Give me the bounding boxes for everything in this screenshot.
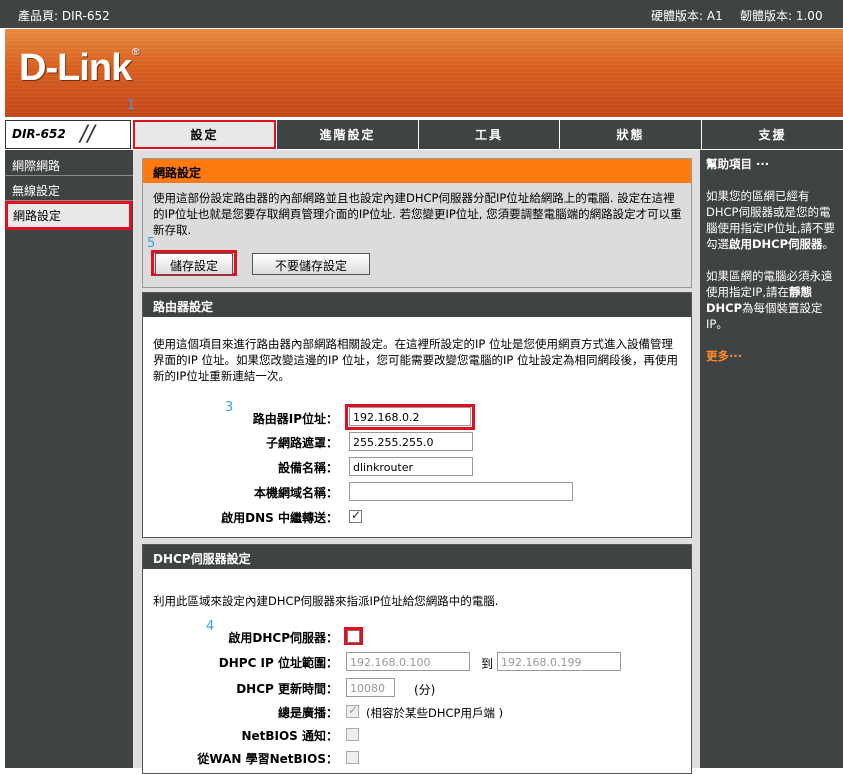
sidebar-item-internet[interactable]: 網際網路 — [5, 152, 133, 176]
save-settings-button[interactable]: 儲存設定 — [155, 253, 233, 275]
help-panel: 幫助項目 ··· 如果您的區網已經有DHCP伺服器或是您的電腦使用指定IP位址,… — [700, 150, 843, 768]
device-name-label: 設備名稱： — [277, 461, 338, 475]
tab-support[interactable]: 支援 — [701, 120, 843, 149]
help-title: 幫助項目 ··· — [706, 157, 770, 171]
firmware-version: 韌體版本: 1.00 — [740, 9, 823, 23]
dhcp-lease-input[interactable]: 10080 — [346, 678, 395, 697]
router-ip-input[interactable]: 192.168.0.2 — [349, 407, 471, 426]
netbios-checkbox[interactable] — [346, 728, 359, 741]
device-name-input[interactable]: dlinkrouter — [349, 457, 473, 476]
dns-relay-label: 啟用DNS 中繼轉送： — [221, 511, 338, 525]
wan-netbios-checkbox[interactable] — [346, 751, 359, 764]
wan-netbios-label: 從WAN 學習NetBIOS： — [197, 752, 338, 766]
dhcp-settings-description: 利用此區域來設定內建DHCP伺服器來指派IP位址給您網路中的電腦. — [153, 594, 499, 608]
dns-relay-checkbox[interactable] — [349, 508, 362, 523]
dhcp-range-start-input[interactable]: 192.168.0.100 — [346, 652, 470, 671]
dlink-logo: D-Link® — [19, 47, 140, 89]
enable-dhcp-label: 啟用DHCP伺服器： — [228, 631, 338, 645]
annotation-5: 5 — [147, 236, 156, 251]
tab-status[interactable]: 狀態 — [559, 120, 701, 149]
subnet-mask-label: 子網路遮罩： — [265, 436, 338, 450]
network-settings-description: 使用這部份設定路由器的內部網路並且也設定內建DHCP伺服器分配IP位址給網路上的… — [153, 191, 682, 237]
dhcp-range-end-input[interactable]: 192.168.0.199 — [497, 652, 621, 671]
tab-setup[interactable]: 設定 — [133, 120, 276, 149]
model-name: DIR-652 — [12, 127, 66, 141]
dhcp-lease-unit: (分) — [414, 683, 436, 697]
annotation-1: 1 — [127, 98, 136, 113]
network-settings-title: 網路設定 — [143, 159, 691, 183]
always-broadcast-label: 總是廣播： — [277, 706, 338, 720]
model-badge: DIR-652 // — [5, 120, 131, 149]
local-domain-input[interactable] — [349, 482, 573, 501]
hardware-version: 硬體版本: A1 — [651, 9, 723, 23]
left-sidebar: 網際網路 無線設定 網路設定 — [5, 150, 133, 768]
always-broadcast-checkbox[interactable] — [346, 703, 359, 718]
sidebar-item-network[interactable]: 網路設定 — [5, 201, 132, 230]
top-info-bar: 產品頁: DIR-652 硬體版本: A1 韌體版本: 1.00 — [0, 0, 843, 28]
help-more-link[interactable]: 更多··· — [706, 348, 837, 364]
main-tabs: 設定 進階設定 工具 狀態 支援 — [133, 120, 843, 149]
router-ip-label: 路由器IP位址： — [252, 412, 338, 426]
local-domain-label: 本機網域名稱： — [253, 486, 338, 500]
router-settings-title: 路由器設定 — [143, 293, 691, 317]
always-broadcast-note: (相容於某些DHCP用戶端 ) — [366, 706, 504, 720]
dhcp-settings-title: DHCP伺服器設定 — [143, 545, 691, 569]
dont-save-settings-button[interactable]: 不要儲存設定 — [252, 253, 370, 275]
sidebar-item-wireless[interactable]: 無線設定 — [5, 177, 133, 201]
enable-dhcp-checkbox[interactable] — [347, 630, 360, 643]
product-page-label: 產品頁: DIR-652 — [18, 9, 110, 23]
tab-tools[interactable]: 工具 — [418, 120, 559, 149]
router-settings-description: 使用這個項目來進行路由器內部網路相關設定。在這裡所設定的IP 位址是您使用網頁方… — [153, 337, 678, 383]
dhcp-lease-label: DHCP 更新時間： — [236, 682, 338, 696]
dhcp-range-to-label: 到 — [481, 657, 494, 671]
dhcp-range-label: DHPC IP 位址範圍： — [218, 656, 338, 670]
help-paragraph-2: 如果區網的電腦必須永遠使用指定IP,請在靜態DHCP為每個裝置設定IP。 — [706, 269, 833, 331]
tab-advanced[interactable]: 進階設定 — [276, 120, 418, 149]
netbios-label: NetBIOS 通知： — [241, 729, 338, 743]
help-paragraph-1: 如果您的區網已經有DHCP伺服器或是您的電腦使用指定IP位址,請不要勾選啟用DH… — [706, 189, 835, 251]
subnet-mask-input[interactable]: 255.255.255.0 — [349, 432, 473, 451]
